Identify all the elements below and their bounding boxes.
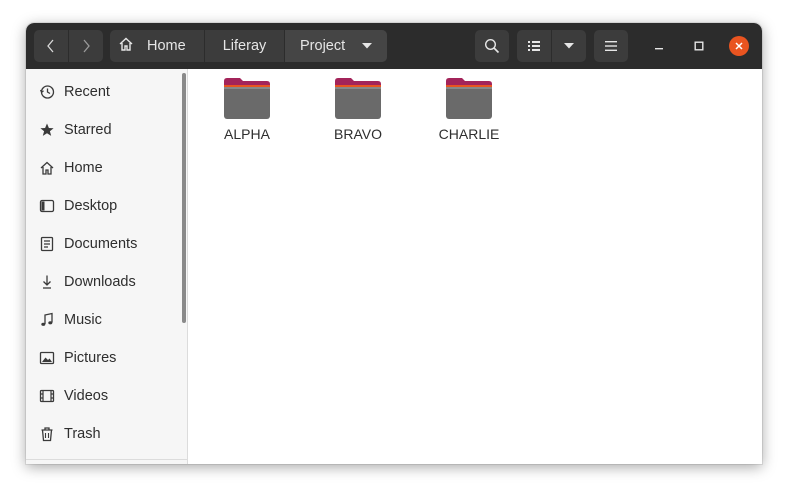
forward-button[interactable]: [69, 30, 103, 62]
folder-name: CHARLIE: [438, 126, 500, 142]
folder-item[interactable]: CHARLIE: [419, 77, 519, 157]
close-icon: [735, 42, 743, 50]
sidebar-divider: [26, 459, 187, 460]
sidebar-item-label: Desktop: [64, 198, 118, 214]
sidebar-item-label: Documents: [64, 236, 138, 252]
breadcrumb-liferay[interactable]: Liferay: [205, 30, 285, 62]
music-icon: [39, 312, 55, 328]
sidebar-item-home[interactable]: Home: [26, 149, 181, 187]
view-options-button[interactable]: [552, 30, 586, 62]
sidebar-scrollbar[interactable]: [182, 73, 186, 323]
breadcrumb-home-label: Home: [147, 38, 186, 54]
maximize-icon: [694, 41, 704, 51]
folder-icon: [446, 78, 492, 119]
picture-icon: [39, 350, 55, 366]
breadcrumb-home[interactable]: Home: [110, 30, 205, 62]
sidebar-item-label: Recent: [64, 84, 110, 100]
header-bar: Home Liferay Project: [26, 23, 762, 69]
sidebar-item-music[interactable]: Music: [26, 301, 181, 339]
home-icon: [118, 36, 134, 56]
download-icon: [39, 274, 55, 290]
home-icon: [39, 160, 55, 176]
sidebar: Recent Starred Home Desktop Documents Do…: [26, 69, 188, 464]
maximize-button[interactable]: [689, 36, 709, 56]
folder-name: ALPHA: [224, 126, 270, 142]
list-view-icon: [528, 41, 540, 51]
chevron-down-icon: [564, 43, 574, 49]
search-icon: [484, 38, 500, 54]
sidebar-item-label: Pictures: [64, 350, 117, 366]
sidebar-item-videos[interactable]: Videos: [26, 377, 181, 415]
hamburger-menu-icon: [605, 41, 617, 51]
minimize-icon: [655, 48, 663, 50]
trash-icon: [39, 426, 55, 442]
sidebar-item-starred[interactable]: Starred: [26, 111, 181, 149]
sidebar-item-documents[interactable]: Documents: [26, 225, 181, 263]
clock-icon: [39, 84, 55, 100]
close-button[interactable]: [729, 36, 749, 56]
minimize-button[interactable]: [649, 36, 669, 56]
breadcrumb-project-label: Project: [300, 38, 346, 54]
list-view-button[interactable]: [517, 30, 551, 62]
sidebar-item-desktop[interactable]: Desktop: [26, 187, 181, 225]
sidebar-item-label: Downloads: [64, 274, 136, 290]
search-button[interactable]: [475, 30, 509, 62]
sidebar-item-label: Home: [64, 160, 103, 176]
breadcrumb: Home Liferay Project: [110, 30, 387, 62]
document-icon: [39, 236, 55, 252]
video-icon: [39, 388, 55, 404]
file-manager-window: Home Liferay Project Recent Starred Home…: [26, 23, 762, 464]
folder-icon: [335, 78, 381, 119]
folder-item[interactable]: ALPHA: [197, 77, 297, 157]
chevron-left-icon: [47, 39, 54, 53]
breadcrumb-project[interactable]: Project: [285, 30, 387, 62]
file-view: ALPHA BRAVO CHARLIE: [188, 69, 762, 464]
chevron-right-icon: [83, 39, 90, 53]
folder-name: BRAVO: [334, 126, 382, 142]
folder-item[interactable]: BRAVO: [308, 77, 408, 157]
star-icon: [39, 122, 55, 138]
back-button[interactable]: [34, 30, 68, 62]
desktop-icon: [39, 198, 55, 214]
sidebar-item-label: Music: [64, 312, 102, 328]
sidebar-item-label: Starred: [64, 122, 112, 138]
sidebar-item-trash[interactable]: Trash: [26, 415, 181, 453]
sidebar-item-label: Trash: [64, 426, 101, 442]
sidebar-item-label: Videos: [64, 388, 109, 404]
main-menu-button[interactable]: [594, 30, 628, 62]
folder-icon: [224, 78, 270, 119]
sidebar-item-recent[interactable]: Recent: [26, 73, 181, 111]
sidebar-item-downloads[interactable]: Downloads: [26, 263, 181, 301]
breadcrumb-liferay-label: Liferay: [222, 38, 267, 54]
chevron-down-icon[interactable]: [361, 38, 373, 54]
sidebar-item-pictures[interactable]: Pictures: [26, 339, 181, 377]
